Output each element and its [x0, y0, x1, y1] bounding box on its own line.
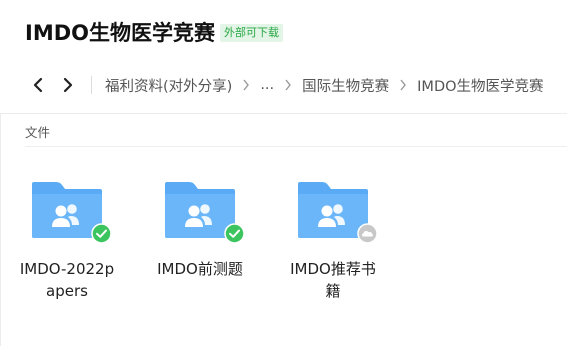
folder-name: IMDO推荐书籍 [290, 260, 376, 300]
file-browser: IMDO生物医学竞赛 外部可下载 福利资料(对外分享) ... 国际生物竞赛 I… [0, 0, 567, 346]
chevron-right-icon [242, 79, 250, 91]
chevron-right-icon [63, 77, 73, 93]
shared-folder-icon [163, 180, 245, 244]
folder-name: IMDO前测题 [157, 260, 243, 278]
folder-name: IMDO-2022papers [19, 260, 115, 300]
folder-item[interactable]: IMDO-2022papers [17, 180, 117, 302]
synced-check-icon [91, 223, 112, 244]
back-button[interactable] [27, 74, 49, 96]
chevron-left-icon [33, 77, 43, 93]
navigation-bar: 福利资料(对外分享) ... 国际生物竞赛 IMDO生物医学竞赛 [0, 68, 567, 102]
folder-item[interactable]: IMDO前测题 [150, 180, 250, 280]
shared-folder-icon [30, 180, 112, 244]
breadcrumb-current: IMDO生物医学竞赛 [417, 78, 544, 95]
breadcrumb-ellipsis[interactable]: ... [260, 77, 274, 93]
header: IMDO生物医学竞赛 外部可下载 [25, 16, 283, 48]
divider [0, 113, 1, 346]
download-permission-badge: 外部可下载 [220, 24, 283, 42]
breadcrumb-item[interactable]: 国际生物竞赛 [302, 75, 389, 96]
breadcrumb-item[interactable]: 福利资料(对外分享) [105, 75, 232, 96]
shared-folder-icon [296, 180, 378, 244]
synced-check-icon [224, 223, 245, 244]
cloud-icon [357, 223, 378, 244]
breadcrumb: 福利资料(对外分享) ... 国际生物竞赛 IMDO生物医学竞赛 [105, 68, 544, 102]
forward-button[interactable] [57, 74, 79, 96]
chevron-right-icon [284, 79, 292, 91]
nav-divider [91, 76, 92, 94]
folder-item[interactable]: IMDO推荐书籍 [283, 180, 383, 302]
divider [0, 113, 567, 114]
section-label: 文件 [25, 125, 51, 140]
page-title: IMDO生物医学竞赛 [25, 21, 215, 45]
chevron-right-icon [399, 79, 407, 91]
divider [25, 146, 567, 147]
